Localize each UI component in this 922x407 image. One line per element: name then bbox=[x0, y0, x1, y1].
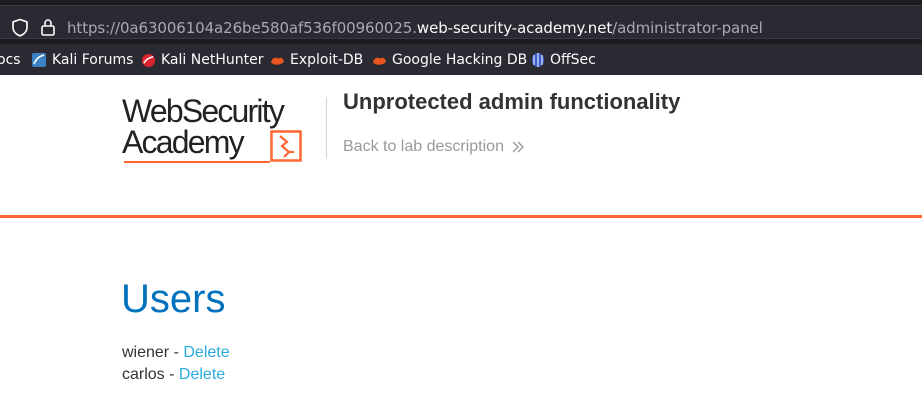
web-security-academy-logo[interactable]: WebSecurity Academy bbox=[122, 95, 308, 167]
exploit-db-icon bbox=[271, 57, 284, 65]
user-row: wiener - Delete bbox=[122, 343, 230, 363]
url-text[interactable]: https://0a63006104a26be580af536f00960025… bbox=[67, 18, 763, 38]
bookmark-label: Google Hacking DB bbox=[392, 52, 528, 68]
bookmark-kali-nethunter[interactable]: Kali NetHunter bbox=[141, 50, 263, 70]
bookmark-exploit-db[interactable]: Exploit-DB bbox=[270, 50, 363, 70]
bookmarks-bar: ocs Kali Forums Kali NetHunter Exploit-D… bbox=[0, 44, 922, 75]
bookmark-google-hacking-db[interactable]: Google Hacking DB bbox=[372, 50, 527, 70]
username: wiener bbox=[122, 344, 170, 361]
user-row: carlos - Delete bbox=[122, 365, 225, 385]
url-domain: web-security-academy.net bbox=[416, 19, 613, 37]
separator: - bbox=[169, 344, 184, 361]
bookmark-offsec[interactable]: OffSec bbox=[531, 50, 596, 70]
kali-nethunter-icon bbox=[141, 53, 156, 67]
delete-user-link[interactable]: Delete bbox=[179, 366, 225, 383]
back-to-lab-description-link[interactable]: Back to lab description bbox=[343, 138, 525, 156]
lab-title: Unprotected admin functionality bbox=[343, 89, 681, 114]
ghdb-icon bbox=[373, 57, 386, 65]
lock-icon[interactable] bbox=[40, 18, 56, 37]
username: carlos bbox=[122, 366, 165, 383]
shield-icon[interactable] bbox=[11, 18, 29, 37]
logo-underline bbox=[124, 161, 270, 163]
page-content: WebSecurity Academy Unprotected admin fu… bbox=[0, 75, 922, 407]
logo-text-line1: WebSecurity bbox=[122, 93, 285, 129]
bookmark-label: ocs bbox=[0, 52, 21, 68]
header-separator bbox=[0, 215, 922, 218]
browser-toolbar: https://0a63006104a26be580af536f00960025… bbox=[0, 0, 922, 44]
double-chevron-right-icon bbox=[512, 141, 524, 153]
url-path: /administrator-panel bbox=[612, 19, 763, 37]
header-divider bbox=[326, 97, 327, 159]
url-prefix: https://0a63006104a26be580af536f00960025… bbox=[67, 19, 417, 37]
bookmark-label: Kali NetHunter bbox=[161, 52, 264, 68]
bookmark-label: Kali Forums bbox=[52, 52, 134, 68]
bookmark-label: OffSec bbox=[550, 52, 596, 68]
bookmark-kali-forums[interactable]: Kali Forums bbox=[31, 50, 133, 70]
kali-forums-icon bbox=[32, 53, 46, 67]
offsec-icon bbox=[532, 53, 544, 67]
delete-user-link[interactable]: Delete bbox=[183, 344, 229, 361]
bookmark-label: Exploit-DB bbox=[290, 52, 364, 68]
address-bar[interactable]: https://0a63006104a26be580af536f00960025… bbox=[0, 5, 922, 39]
users-heading: Users bbox=[121, 277, 226, 321]
bookmark-docs[interactable]: ocs bbox=[0, 50, 21, 70]
back-link-label: Back to lab description bbox=[343, 138, 504, 155]
logo-flask-icon bbox=[270, 130, 302, 162]
separator: - bbox=[164, 366, 179, 383]
logo-text-line2: Academy bbox=[122, 124, 245, 160]
